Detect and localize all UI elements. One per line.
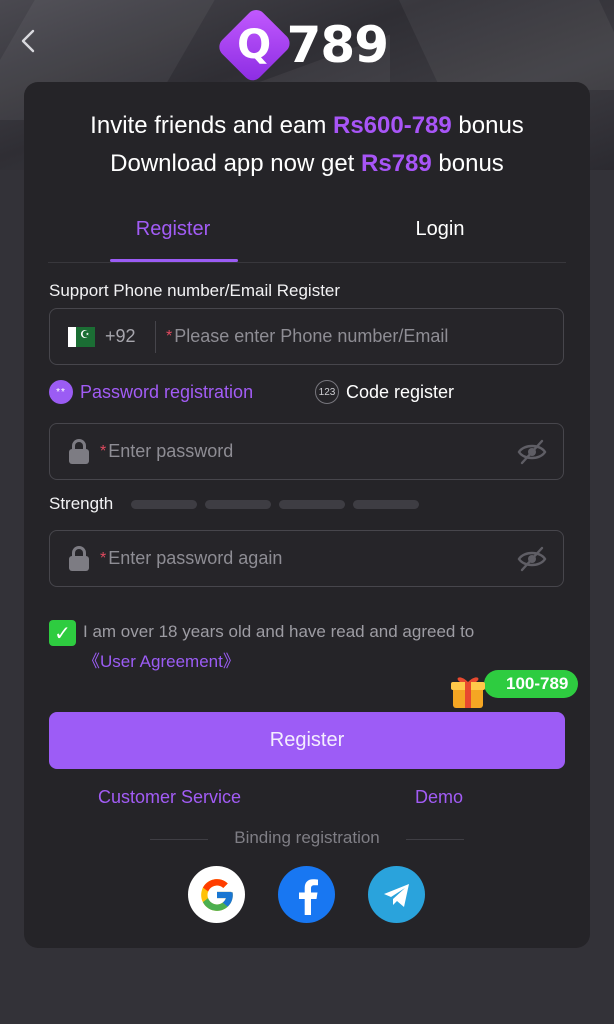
binding-registration: Binding registration: [24, 828, 590, 852]
lock-icon: [68, 438, 90, 465]
divider-line: [406, 839, 464, 840]
gift-icon: [451, 677, 485, 708]
phone-email-field[interactable]: ☪ +92 * Please enter Phone number/Email: [49, 308, 564, 365]
strength-bar: [353, 499, 419, 509]
facebook-login-button[interactable]: [278, 866, 335, 923]
brand-logo: Q 789: [215, 5, 389, 85]
agreement-checkbox[interactable]: ✓: [49, 620, 76, 646]
strength-bar: [279, 499, 345, 509]
logo-number: 789: [286, 16, 389, 74]
strength-label: Strength: [49, 494, 114, 513]
registration-method: ** Password registration 123 Code regist…: [49, 380, 569, 408]
register-card: Invite friends and eam Rs600-789 bonus D…: [24, 82, 590, 948]
eye-off-icon[interactable]: [517, 545, 547, 573]
password-dots-icon: **: [49, 380, 73, 404]
user-agreement-link[interactable]: 《User Agreement》: [83, 647, 240, 672]
facebook-icon: [298, 878, 318, 915]
tab-login[interactable]: Login: [375, 218, 505, 241]
required-mark: *: [166, 327, 173, 345]
back-button[interactable]: [14, 24, 42, 58]
telegram-login-button[interactable]: [368, 866, 425, 923]
chevron-left-icon: [21, 29, 35, 53]
password-registration-option[interactable]: ** Password registration: [49, 380, 253, 404]
binding-label: Binding registration: [234, 828, 380, 847]
bonus-badge: 100-789: [484, 670, 579, 698]
strength-bar: [205, 499, 271, 509]
password-strength: Strength: [49, 494, 427, 514]
numeric-code-icon: 123: [315, 380, 339, 404]
pakistan-flag-icon[interactable]: ☪: [68, 326, 95, 347]
promo-line-2: Download app now get Rs789 bonus: [110, 150, 504, 177]
strength-bar: [131, 499, 197, 509]
confirm-password-input[interactable]: Enter password again: [108, 548, 282, 569]
register-button[interactable]: Register: [49, 712, 565, 769]
promo-line-1: Invite friends and eam Rs600-789 bonus: [90, 112, 524, 139]
phone-email-input[interactable]: Please enter Phone number/Email: [174, 326, 448, 347]
demo-link[interactable]: Demo: [415, 787, 463, 808]
promo-amount-1: Rs600-789: [332, 112, 452, 139]
google-icon: [200, 878, 233, 911]
eye-off-icon[interactable]: [517, 438, 547, 466]
country-code[interactable]: +92: [105, 326, 151, 347]
code-register-option[interactable]: 123 Code register: [315, 380, 454, 404]
password-input[interactable]: Enter password: [108, 441, 233, 462]
field-separator: [155, 320, 156, 353]
customer-service-link[interactable]: Customer Service: [98, 787, 241, 808]
password-field[interactable]: * Enter password: [49, 423, 564, 480]
promo-amount-2: Rs789: [361, 150, 432, 177]
phone-label: Support Phone number/Email Register: [49, 281, 341, 300]
agreement-text: I am over 18 years old and have read and…: [83, 622, 475, 641]
confirm-password-field[interactable]: * Enter password again: [49, 530, 564, 587]
lock-icon: [68, 545, 90, 572]
google-login-button[interactable]: [188, 866, 245, 923]
telegram-icon: [383, 883, 409, 907]
tab-register[interactable]: Register: [108, 218, 238, 241]
tab-divider: [48, 262, 566, 263]
